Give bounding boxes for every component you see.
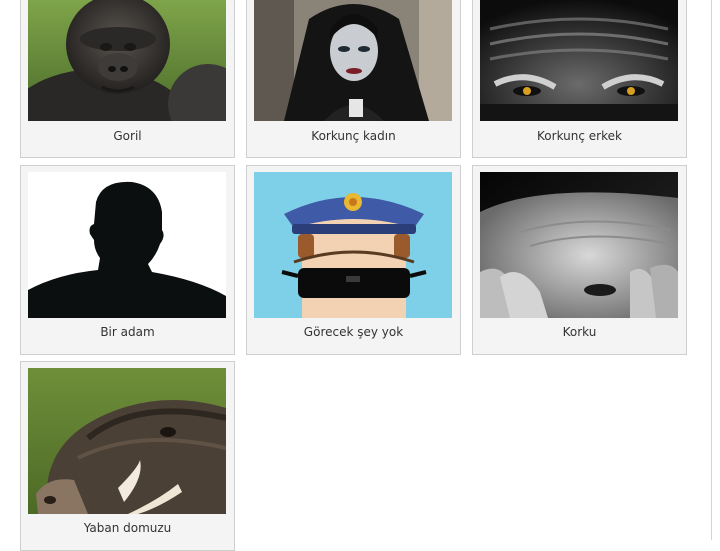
gallery-card-label: Korku <box>562 325 597 339</box>
frightened-face-image <box>480 172 678 318</box>
gallery-card-yaban-domuzu[interactable]: Yaban domuzu <box>20 361 235 551</box>
gallery-card-label: Korkunç kadın <box>311 129 396 143</box>
man-silhouette-image <box>28 172 226 318</box>
gallery-card-label: Görecek şey yok <box>303 325 404 339</box>
gallery-card-label: Goril <box>113 129 142 143</box>
gallery-card-label: Korkunç erkek <box>537 129 622 143</box>
scary-man-eyes-image <box>480 0 678 121</box>
gallery-card-korku[interactable]: Korku <box>472 165 687 355</box>
gallery-card-label: Bir adam <box>100 325 155 339</box>
gallery-card-korkunc-kadin[interactable]: Korkunç kadın <box>246 0 461 158</box>
cartoon-police-officer-image <box>254 172 452 318</box>
gallery-card-gorecek-sey-yok[interactable]: Görecek şey yok <box>246 165 461 355</box>
gallery-card-label: Yaban domuzu <box>83 521 172 535</box>
page-scrollbar-edge <box>711 0 712 540</box>
gallery-card-goril[interactable]: Goril <box>20 0 235 158</box>
wild-boar-image <box>28 368 226 514</box>
scary-woman-image <box>254 0 452 121</box>
gorilla-image <box>28 0 226 121</box>
gallery-card-korkunc-erkek[interactable]: Korkunç erkek <box>472 0 687 158</box>
gallery-card-bir-adam[interactable]: Bir adam <box>20 165 235 355</box>
